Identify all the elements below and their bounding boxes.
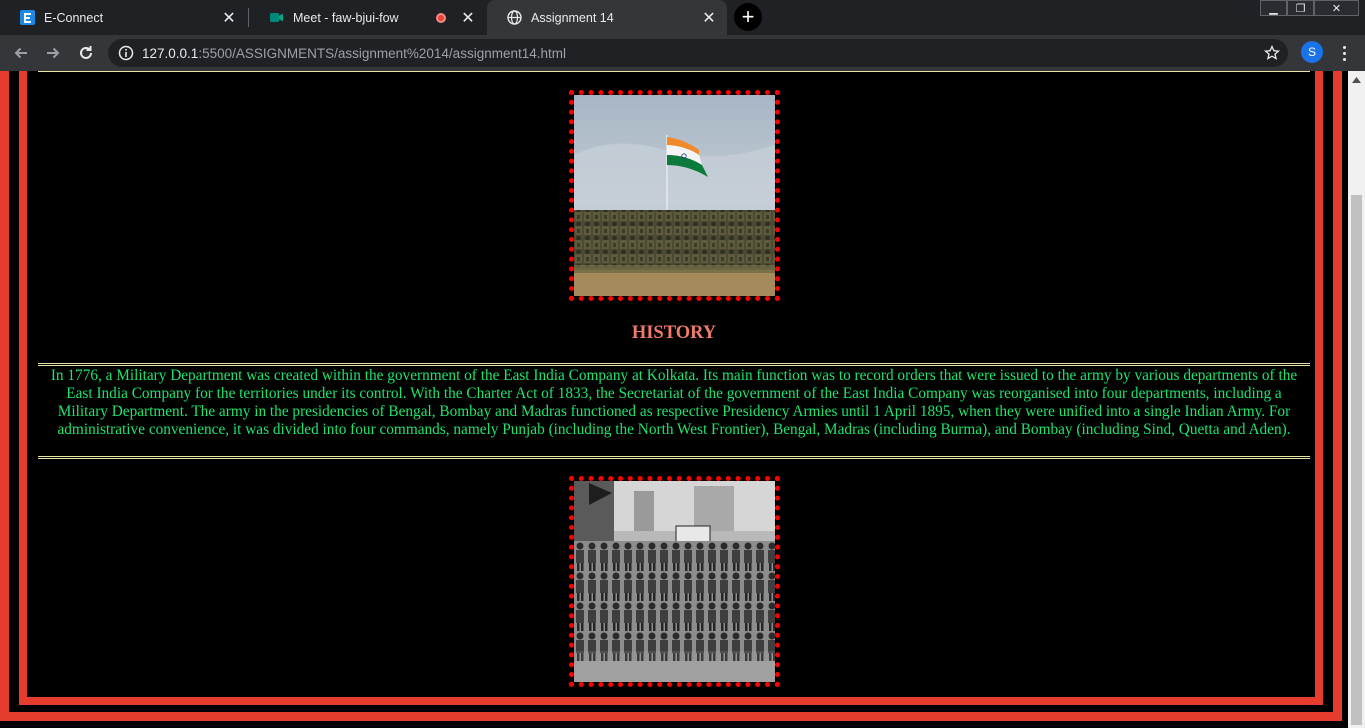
tab-meet[interactable]: Meet - faw-bjui-fow ✕ <box>249 0 486 35</box>
history-paragraph: In 1776, a Military Department was creat… <box>50 367 1298 438</box>
url-host: 127.0.0.1 <box>142 45 199 61</box>
divider <box>38 71 1310 72</box>
tab-title: Meet - faw-bjui-fow <box>293 10 399 25</box>
econnect-icon <box>20 10 35 25</box>
army-flag-image <box>574 95 775 296</box>
tab-title: E-Connect <box>44 10 104 25</box>
url-text: 127.0.0.1:5500/ASSIGNMENTS/assignment%20… <box>142 46 566 61</box>
tab-assignment-14[interactable]: Assignment 14 ✕ <box>487 0 727 35</box>
close-icon: ✕ <box>1331 2 1342 15</box>
reload-icon <box>80 46 92 59</box>
globe-icon <box>507 10 522 25</box>
historic-march-photo <box>569 476 780 687</box>
divider <box>38 363 1310 366</box>
back-button[interactable] <box>10 42 32 64</box>
info-icon[interactable] <box>118 45 134 61</box>
tab-econnect[interactable]: E-Connect ✕ <box>0 0 247 35</box>
new-tab-button[interactable]: + <box>734 3 762 31</box>
forward-button[interactable] <box>42 42 64 64</box>
scrollbar-thumb[interactable] <box>1351 195 1362 725</box>
bookmark-star-icon[interactable] <box>1264 45 1280 61</box>
back-arrow-icon <box>14 47 27 59</box>
page-viewport: HISTORY In 1776, a Military Department w… <box>0 71 1348 728</box>
url-path: :5500/ASSIGNMENTS/assignment%2014/assign… <box>198 45 566 61</box>
chrome-menu-icon[interactable] <box>1336 42 1352 64</box>
browser-toolbar: 127.0.0.1:5500/ASSIGNMENTS/assignment%20… <box>0 35 1365 71</box>
reload-button[interactable] <box>75 42 97 64</box>
vertical-scrollbar[interactable] <box>1348 71 1365 728</box>
address-bar[interactable]: 127.0.0.1:5500/ASSIGNMENTS/assignment%20… <box>108 39 1288 67</box>
close-icon[interactable]: ✕ <box>701 10 717 27</box>
minimize-icon: ▁ <box>1269 2 1278 15</box>
profile-avatar[interactable]: S <box>1301 41 1323 63</box>
window-controls: ▁ ❐ ✕ <box>1260 0 1359 18</box>
army-flag-photo <box>569 90 780 301</box>
plus-icon: + <box>741 4 755 29</box>
close-icon[interactable]: ✕ <box>221 10 237 27</box>
forward-arrow-icon <box>47 47 60 59</box>
tab-title: Assignment 14 <box>531 10 614 25</box>
scroll-up-arrow-icon[interactable] <box>1348 71 1365 88</box>
minimize-button[interactable]: ▁ <box>1260 0 1287 16</box>
meet-icon <box>269 10 284 25</box>
close-window-button[interactable]: ✕ <box>1314 0 1359 16</box>
divider <box>38 456 1310 459</box>
close-icon[interactable]: ✕ <box>460 10 476 27</box>
history-heading: HISTORY <box>631 323 717 343</box>
restore-icon: ❐ <box>1295 2 1306 15</box>
tab-strip: E-Connect ✕ Meet - faw-bjui-fow ✕ Assign… <box>0 0 1365 35</box>
recording-icon <box>436 12 446 23</box>
historic-march-image <box>574 481 775 682</box>
restore-button[interactable]: ❐ <box>1287 0 1314 16</box>
